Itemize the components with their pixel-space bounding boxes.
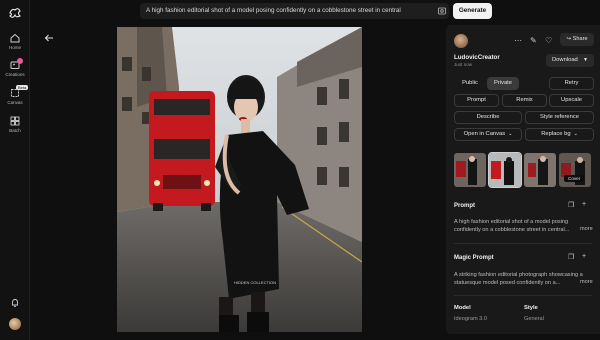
image-canvas: HIDDEN COLLECTION (117, 27, 362, 332)
retry-button[interactable]: Retry (549, 77, 594, 90)
user-avatar[interactable] (9, 318, 21, 330)
public-toggle[interactable]: Public (454, 77, 486, 90)
add-icon[interactable]: + (582, 253, 586, 260)
sidebar-item-batch[interactable]: Batch (0, 116, 30, 133)
upscale-button[interactable]: Upscale (549, 94, 594, 107)
magic-prompt-section-title: Magic Prompt (454, 255, 494, 261)
chevron-down-icon: ▼ (583, 57, 588, 63)
prompt-section-title: Prompt (454, 203, 475, 209)
share-label: Share (572, 36, 588, 42)
chevron-down-icon: ⌄ (573, 131, 578, 137)
magic-prompt-more-link[interactable]: more (580, 279, 593, 285)
dress-print-text: HIDDEN COLLECTION (234, 280, 276, 285)
thumbnail-1[interactable] (454, 153, 486, 187)
replace-bg-label: Replace bg (541, 131, 571, 137)
cover-tooltip: Cover (564, 175, 585, 182)
back-arrow-icon[interactable] (44, 33, 54, 43)
style-reference-button[interactable]: Style reference (525, 111, 594, 124)
copy-icon[interactable]: ❐ (568, 201, 574, 209)
creator-name[interactable]: LudovicCreator (454, 54, 500, 61)
style-label: Style (524, 305, 538, 311)
copy-icon[interactable]: ❐ (568, 253, 574, 261)
sidebar-item-creations[interactable]: Creations (0, 58, 30, 77)
open-in-canvas-label: Open in Canvas (463, 131, 506, 137)
sidebar-item-label: Batch (9, 128, 21, 133)
prompt-input[interactable]: A high fashion editorial shot of a model… (146, 7, 401, 14)
add-icon[interactable]: + (582, 201, 586, 208)
sidebar-item-canvas[interactable]: Beta Canvas (0, 85, 30, 105)
remix-button[interactable]: Remix (502, 94, 547, 107)
prompt-more-link[interactable]: more (580, 226, 593, 232)
thumbnail-3[interactable] (524, 153, 556, 187)
prompt-button[interactable]: Prompt (454, 94, 499, 107)
magic-prompt-text: A striking fashion editorial photograph … (454, 272, 583, 286)
open-in-canvas-button[interactable]: Open in Canvas ⌄ (454, 128, 522, 141)
sidebar-item-label: Creations (5, 72, 25, 77)
notification-dot (17, 58, 23, 64)
more-options-icon[interactable]: ⋯ (514, 36, 522, 45)
download-button[interactable]: Download ▼ (546, 54, 594, 67)
download-label: Download (552, 57, 578, 63)
image-details-panel: ⋯ ✎ ♡ ↪ Share LudovicCreator Just now Do… (446, 25, 600, 334)
generate-button[interactable]: Generate (453, 3, 492, 19)
image-upload-icon[interactable] (438, 7, 446, 15)
thumbnail-2-selected[interactable] (488, 152, 522, 188)
prompt-bar[interactable]: A high fashion editorial shot of a model… (140, 3, 449, 19)
divider (454, 243, 592, 244)
replace-bg-button[interactable]: Replace bg ⌄ (525, 128, 594, 141)
sidebar-item-label: Canvas (7, 100, 23, 105)
divider (454, 295, 592, 296)
left-sidebar: Home Creations Beta Canvas Batch (0, 0, 30, 340)
creator-avatar[interactable] (454, 34, 468, 48)
sidebar-item-label: Home (8, 45, 21, 50)
model-value: Ideogram 3.0 (454, 316, 487, 322)
share-button[interactable]: ↪ Share (560, 33, 594, 46)
sidebar-item-home[interactable]: Home (0, 33, 30, 50)
private-toggle[interactable]: Private (487, 77, 519, 90)
generated-image[interactable]: HIDDEN COLLECTION (117, 27, 362, 332)
app-logo[interactable] (8, 6, 22, 20)
heart-icon[interactable]: ♡ (545, 36, 552, 45)
beta-badge: Beta (16, 85, 29, 90)
created-time: Just now (454, 62, 473, 67)
batch-icon (10, 116, 20, 126)
chevron-down-icon: ⌄ (508, 131, 513, 137)
pin-icon[interactable]: ✎ (530, 36, 537, 45)
describe-button[interactable]: Describe (454, 111, 522, 124)
bell-icon[interactable] (10, 298, 20, 308)
prompt-text: A high fashion editorial shot of a model… (454, 219, 570, 233)
model-label: Model (454, 305, 471, 311)
home-icon (10, 33, 20, 43)
style-value: General (524, 316, 544, 322)
